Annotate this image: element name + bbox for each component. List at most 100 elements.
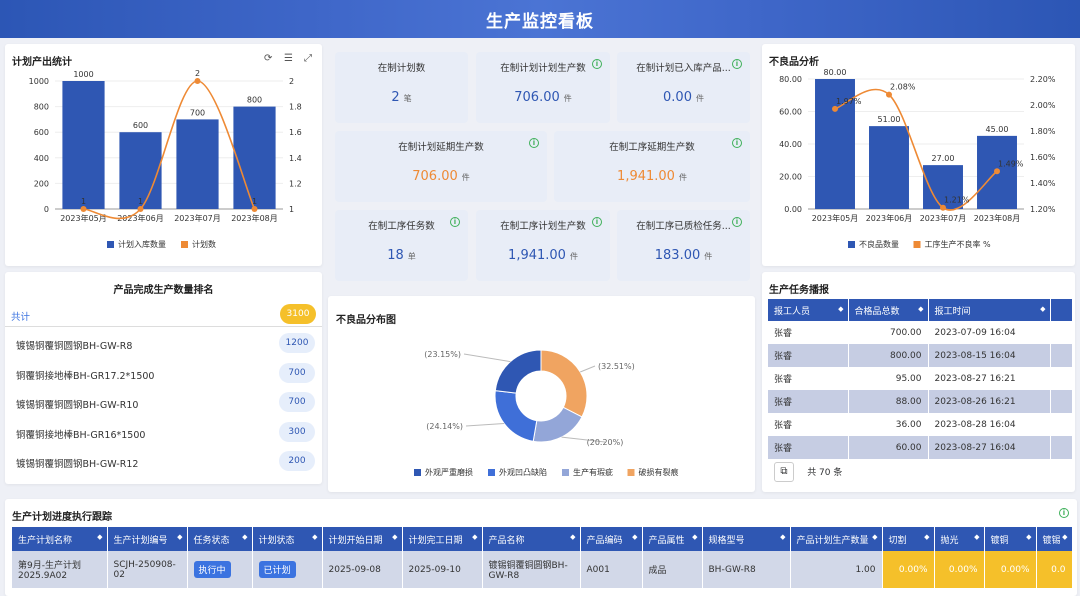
y-tick-label: 200 [34,179,49,188]
progress-col[interactable]: 产品属性 ◆ [642,527,703,551]
sort-icon[interactable]: ◆ [312,533,317,541]
start-date: 2025-09-08 [322,551,403,588]
line-label: 1 [138,197,143,206]
reporter: 张睿 [768,367,849,390]
cut-progress: 0.00% [882,551,935,588]
legend-swatch [488,469,495,476]
table-row[interactable]: 张睿 800.00 2023-08-15 16:04 [768,344,1073,367]
sort-icon[interactable]: ◆ [242,533,247,541]
progress-col[interactable]: 计划完工日期 ◆ [402,527,483,551]
progress-row[interactable]: 第9月-生产计划2025.9A02 SCJH-250908-02 执行中 已计划… [12,551,1073,588]
kpi-card[interactable]: 在制计划已入库产品... i 0.00 件 [617,52,750,123]
progress-col[interactable]: 抛光 ◆ [934,527,985,551]
sort-icon[interactable]: ◆ [974,533,979,541]
col-report-time[interactable]: 报工时间 ◆ [928,299,1051,321]
sort-icon[interactable]: ◆ [872,533,877,541]
kpi-card[interactable]: 在制工序任务数 i 18 单 [335,210,468,281]
progress-col[interactable]: 切割 ◆ [882,527,935,551]
table-row[interactable]: 张睿 700.00 2023-07-09 16:04 [768,321,1073,344]
col-reporter[interactable]: 报工人员 ◆ [768,299,849,321]
sort-icon[interactable]: ◆ [1026,533,1031,541]
kpi-value: 706.00 件 [514,90,572,105]
sort-icon[interactable]: ◆ [1040,305,1045,313]
kpi-card[interactable]: 在制计划数 2 笔 [335,52,468,123]
ranking-total-row: 共计 3100 [5,301,322,327]
tin-progress: 0.0 [1036,551,1073,588]
progress-col[interactable]: 镀锡 ◆ [1036,527,1073,551]
progress-col[interactable]: 计划开始日期 ◆ [322,527,403,551]
kpi-card[interactable]: 在制计划计划生产数 i 706.00 件 [476,52,610,123]
sort-icon[interactable]: ◆ [472,533,477,541]
bar [176,119,219,209]
progress-col[interactable]: 生产计划编号 ◆ [107,527,188,551]
info-icon[interactable]: i [732,59,742,69]
sort-icon[interactable]: ◆ [392,533,397,541]
sort-icon[interactable]: ◆ [1062,533,1067,541]
progress-col[interactable]: 产品编码 ◆ [580,527,643,551]
sort-icon[interactable]: ◆ [177,533,182,541]
product-code: A001 [580,551,643,588]
line-series [83,80,256,220]
line-label: 1 [81,197,86,206]
progress-col[interactable]: 产品名称 ◆ [482,527,581,551]
table-row[interactable]: 张睿 88.00 2023-08-26 16:21 [768,390,1073,413]
info-icon[interactable]: i [450,217,460,227]
legend-label: 生产有瑕疵 [573,467,613,477]
table-row[interactable]: 张睿 95.00 2023-08-27 16:21 [768,367,1073,390]
pagination: ⧉ 共 70 条 [774,462,842,482]
ranking-item-value: 200 [279,451,315,472]
sort-icon[interactable]: ◆ [692,533,697,541]
page-size-button[interactable]: ⧉ [774,462,794,482]
line-label: 1.49% [998,159,1024,168]
info-icon[interactable]: i [592,217,602,227]
table-row[interactable]: 张睿 36.00 2023-08-28 16:04 [768,413,1073,436]
y-tick-label: 40.00 [779,140,802,149]
sort-icon[interactable]: ◆ [570,533,575,541]
progress-col[interactable]: 产品计划生产数量 ◆ [790,527,883,551]
bar-label: 700 [190,108,205,117]
sort-icon[interactable]: ◆ [838,305,843,313]
y2-tick-label: 1.6 [289,128,302,137]
y2-tick-label: 1.80% [1030,127,1056,136]
x-tick-label: 2023年07月 [174,213,221,223]
progress-col[interactable]: 规格型号 ◆ [702,527,791,551]
pie-value-label: (24.14%) [426,422,463,431]
table-row[interactable]: 张睿 60.00 2023-08-27 16:04 [768,436,1073,459]
kpi-value: 706.00 件 [412,169,470,184]
info-icon[interactable]: i [732,138,742,148]
info-icon[interactable]: i [529,138,539,148]
sort-icon[interactable]: ◆ [97,533,102,541]
kpi-card[interactable]: 在制工序已质检任务... i 183.00 件 [617,210,750,281]
progress-col[interactable]: 生产计划名称 ◆ [12,527,108,551]
legend-swatch [848,241,855,248]
sort-icon[interactable]: ◆ [918,305,923,313]
pie-leader [580,365,596,373]
y-tick-label: 0.00 [784,205,802,214]
kpi-card[interactable]: 在制工序延期生产数 i 1,941.00 件 [554,131,750,202]
ranking-total-pill: 3100 [280,304,316,324]
qualified-total: 36.00 [848,413,929,436]
info-icon[interactable]: i [1059,508,1069,518]
spec: BH-GW-R8 [702,551,791,588]
col-qualified-total[interactable]: 合格品总数 ◆ [848,299,929,321]
reporter: 张睿 [768,436,849,459]
ranking-item-name: 铜覆铜接地棒BH-GR17.2*1500 [16,370,155,382]
defect-distribution-chart: (32.51%) (20.20%) (24.14%) (23.15%) 外观严重磨损 外观… [414,349,679,477]
kpi-label: 在制计划已入库产品... [636,63,731,74]
info-icon[interactable]: i [592,59,602,69]
defect-distribution-card: 不良品分布图 (32.51%) (20.20%) (24.14%) (23.15%) 外… [328,296,755,492]
copper-progress: 0.00% [984,551,1037,588]
bar-label: 27.00 [932,154,955,163]
sort-icon[interactable]: ◆ [780,533,785,541]
kpi-card[interactable]: 在制计划延期生产数 i 706.00 件 [335,131,547,202]
pie-value-label: (20.20%) [587,438,624,447]
sort-icon[interactable]: ◆ [632,533,637,541]
progress-col[interactable]: 计划状态 ◆ [252,527,323,551]
progress-col[interactable]: 镀铜 ◆ [984,527,1037,551]
progress-col[interactable]: 任务状态 ◆ [187,527,253,551]
line-point [80,206,87,212]
ranking-item: 镀锡铜覆铜圆钢BH-GW-R12 200 [11,448,321,474]
kpi-card[interactable]: 在制工序计划生产数 i 1,941.00 件 [476,210,610,281]
sort-icon[interactable]: ◆ [924,533,929,541]
info-icon[interactable]: i [732,217,742,227]
